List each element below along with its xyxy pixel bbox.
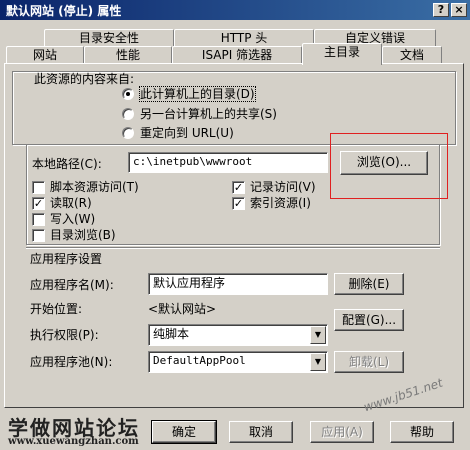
radio-redirect-url-label[interactable]: 重定向到 URL(U): [140, 126, 234, 140]
app-pool-value: DefaultAppPool: [153, 354, 246, 367]
execute-permissions-select[interactable]: 纯脚本: [148, 324, 328, 346]
checkbox-read-label[interactable]: 读取(R): [50, 196, 92, 210]
chevron-down-icon[interactable]: ▼: [310, 326, 326, 344]
checkbox-index-resource[interactable]: ✓: [232, 197, 245, 210]
execute-permissions-value: 纯脚本: [153, 327, 190, 341]
title-bar: 默认网站 (停止) 属性 ? ×: [0, 0, 470, 20]
tab-directory-security[interactable]: 目录安全性: [44, 29, 174, 47]
tab-documents[interactable]: 文档: [382, 46, 442, 64]
checkbox-directory-browsing-label[interactable]: 目录浏览(B): [50, 228, 116, 242]
app-pool-select[interactable]: DefaultAppPool: [148, 351, 328, 373]
window-title: 默认网站 (停止) 属性: [6, 4, 122, 18]
checkbox-log-visits-label[interactable]: 记录访问(V): [250, 180, 316, 194]
app-settings-divider: [26, 247, 440, 249]
ok-button[interactable]: 确定: [151, 420, 217, 444]
tab-website[interactable]: 网站: [6, 46, 84, 64]
checkbox-directory-browsing[interactable]: [32, 229, 45, 242]
checkbox-script-source-access-label[interactable]: 脚本资源访问(T): [50, 180, 139, 194]
execute-permissions-label: 执行权限(P):: [30, 328, 99, 342]
start-location-label: 开始位置:: [30, 302, 83, 316]
app-name-input[interactable]: 默认应用程序: [148, 273, 328, 295]
help-icon[interactable]: ?: [433, 3, 449, 17]
radio-local-directory-label[interactable]: 此计算机上的目录(D): [139, 86, 256, 102]
help-button[interactable]: 帮助: [390, 421, 454, 443]
unload-button: 卸载(L): [334, 351, 404, 373]
close-icon[interactable]: ×: [451, 3, 467, 17]
checkbox-write[interactable]: [32, 213, 45, 226]
app-pool-label: 应用程序池(N):: [30, 355, 113, 369]
tab-http-headers[interactable]: HTTP 头: [174, 29, 314, 47]
local-path-label: 本地路径(C):: [32, 157, 102, 171]
checkbox-script-source-access[interactable]: [32, 181, 45, 194]
app-name-label: 应用程序名(M):: [30, 278, 114, 292]
watermark-url: www.xuewangzhan.com: [8, 436, 139, 447]
tab-performance[interactable]: 性能: [84, 46, 172, 64]
source-heading: 此资源的内容来自:: [34, 72, 135, 86]
radio-redirect-url[interactable]: [122, 127, 134, 139]
apply-button: 应用(A): [310, 421, 374, 443]
checkbox-write-label[interactable]: 写入(W): [50, 212, 95, 226]
chevron-down-icon[interactable]: ▼: [310, 353, 326, 371]
local-path-input[interactable]: c:\inetpub\wwwroot: [128, 152, 328, 173]
tab-home-directory[interactable]: 主目录: [302, 43, 382, 65]
checkbox-index-resource-label[interactable]: 索引资源(I): [250, 196, 311, 210]
radio-local-directory[interactable]: [122, 88, 134, 100]
radio-network-share-label[interactable]: 另一台计算机上的共享(S): [140, 107, 277, 121]
checkbox-read[interactable]: ✓: [32, 197, 45, 210]
start-location-value: <默认网站>: [148, 302, 217, 316]
app-settings-heading: 应用程序设置: [30, 252, 103, 266]
annotation-highlight: [330, 133, 448, 199]
configure-button[interactable]: 配置(G)...: [334, 309, 404, 331]
radio-network-share[interactable]: [122, 108, 134, 120]
checkbox-log-visits[interactable]: ✓: [232, 181, 245, 194]
tab-isapi-filters[interactable]: ISAPI 筛选器: [172, 46, 302, 64]
cancel-button[interactable]: 取消: [229, 421, 293, 443]
remove-button[interactable]: 删除(E): [334, 273, 404, 295]
